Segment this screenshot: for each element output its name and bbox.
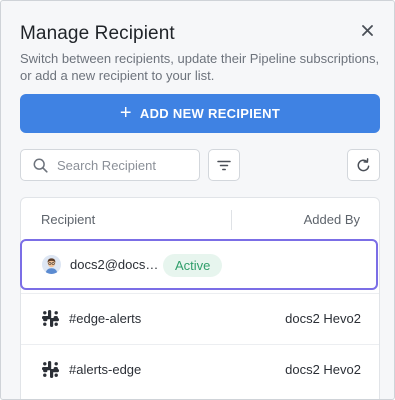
dialog-subtitle: Switch between recipients, update their …	[20, 51, 380, 83]
refresh-icon	[357, 157, 370, 171]
table-header: Recipient Added By	[21, 198, 379, 240]
table-row[interactable]: #alerts-edge docs2 Hevo2	[21, 344, 379, 395]
plus-icon: +	[119, 101, 132, 124]
status-badge: Active	[163, 254, 223, 277]
column-divider	[231, 210, 232, 230]
user-avatar-icon	[42, 255, 61, 274]
added-by: docs2 Hevo2	[285, 362, 361, 377]
added-by: docs2 Hevo2	[285, 311, 361, 326]
dialog-title: Manage Recipient	[20, 23, 175, 44]
add-new-recipient-button[interactable]: + ADD NEW RECIPIENT	[20, 94, 380, 133]
recipient-name: docs2@docs…	[70, 257, 159, 272]
search-input[interactable]	[57, 157, 187, 173]
column-header-added-by: Added By	[303, 212, 360, 227]
close-button[interactable]	[358, 21, 376, 39]
filter-button[interactable]	[208, 149, 240, 181]
recipient-name: #alerts-edge	[69, 362, 142, 377]
add-new-recipient-label: ADD NEW RECIPIENT	[139, 106, 281, 121]
slack-icon	[42, 310, 59, 327]
table-row[interactable]: #edge-alerts docs2 Hevo2	[21, 293, 379, 344]
refresh-button[interactable]	[347, 149, 380, 181]
column-header-recipient: Recipient	[41, 212, 96, 227]
slack-icon	[42, 361, 59, 378]
close-icon	[361, 24, 373, 36]
recipient-table: Recipient Added By docs2@docs… Active #e…	[20, 197, 380, 399]
recipient-name: #edge-alerts	[69, 311, 142, 326]
search-icon	[33, 158, 48, 173]
filter-icon	[217, 160, 231, 170]
manage-recipient-dialog: Manage Recipient Switch between recipien…	[0, 0, 395, 400]
search-box[interactable]	[20, 149, 200, 181]
table-row-selected[interactable]: docs2@docs… Active	[20, 239, 378, 290]
